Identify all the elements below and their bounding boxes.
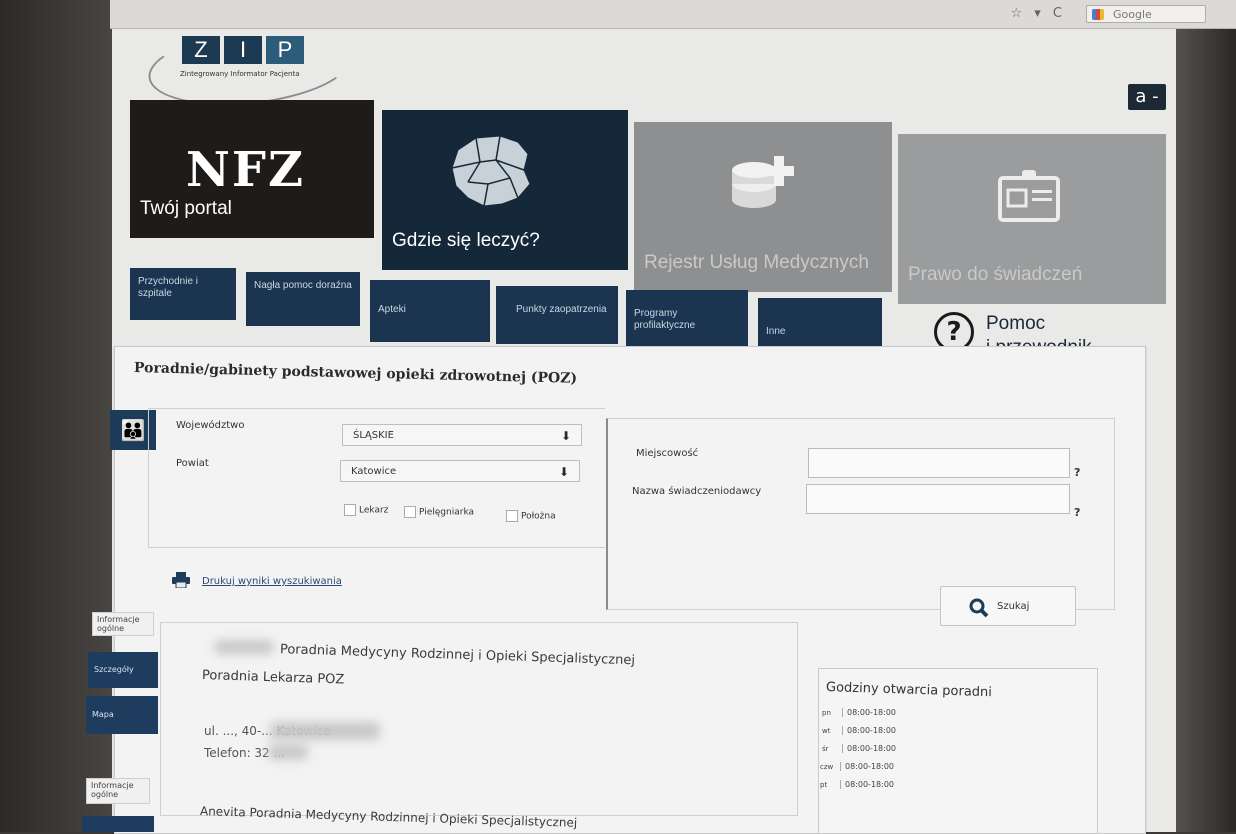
tile-prawo-label: Prawo do świadczeń [908, 264, 1083, 285]
id-card-icon [998, 170, 1060, 222]
checkbox-box[interactable] [404, 506, 416, 518]
hours-row: pn 08:00-18:00 [822, 708, 896, 717]
miejscowosc-input[interactable] [808, 448, 1070, 478]
tile-prawo-do-swiadczen[interactable]: Prawo do świadczeń [898, 134, 1166, 304]
chevron-down-icon: ⬇ [560, 429, 571, 443]
checkbox-lekarz[interactable]: Lekarz [344, 504, 388, 516]
nazwa-swiadczeniodawcy-input[interactable] [806, 484, 1070, 514]
checkbox-polozna[interactable]: Położna [506, 510, 556, 522]
powiat-value: Katowice [351, 466, 397, 477]
subnav-przychodnie[interactable]: Przychodnie i szpitale [130, 268, 236, 320]
wojewodztwo-label: Województwo [176, 420, 245, 431]
hours-row: wt 08:00-18:00 [822, 726, 896, 735]
checkbox-pielegniarka[interactable]: Pielęgniarka [404, 506, 474, 518]
zip-logo[interactable]: Z I P [182, 36, 310, 70]
hours-row: śr 08:00-18:00 [822, 744, 896, 753]
miejscowosc-label: Miejscowość [636, 448, 699, 459]
tile-gdzie-label: Gdzie się leczyć? [392, 230, 540, 251]
hours-row: pt 08:00-18:00 [820, 780, 894, 789]
checkbox-lekarz-label: Lekarz [359, 505, 389, 516]
tile-rejestr-label: Rejestr Usług Medycznych [644, 252, 869, 273]
redacted-address [270, 722, 380, 740]
print-results-link[interactable]: Drukuj wyniki wyszukiwania [202, 576, 342, 587]
browser-bookmark-icons[interactable]: ☆ ▾ C [1010, 6, 1066, 21]
search-icon [969, 598, 989, 618]
nazwa-help-mark[interactable]: ? [1074, 506, 1080, 519]
tab-mapa[interactable]: Mapa [86, 696, 158, 734]
logo-subtitle: Zintegrowany Informator Pacjenta [180, 70, 300, 78]
subnav-apteki[interactable]: Apteki [370, 280, 490, 342]
redacted-phone [268, 744, 308, 760]
form-right-section [606, 418, 1115, 610]
search-button[interactable]: Szukaj [940, 586, 1076, 626]
hours-day: czw [820, 763, 834, 771]
hours-day: pt [820, 781, 828, 789]
hours-time: 08:00-18:00 [842, 744, 896, 753]
checkbox-box[interactable] [506, 510, 518, 522]
miejscowosc-help-mark[interactable]: ? [1074, 466, 1080, 479]
checkbox-polozna-label: Położna [521, 511, 556, 522]
help-line1: Pomoc [986, 313, 1046, 334]
hours-day: wt [822, 727, 831, 735]
subnav-programy-profilaktyczne[interactable]: Programy profilaktyczne [626, 290, 748, 350]
coins-plus-icon [732, 156, 794, 208]
tile-nfz-portal[interactable]: NFZ Twój portal [130, 100, 374, 238]
hours-time: 08:00-18:00 [840, 780, 894, 789]
browser-search-box[interactable]: Google [1086, 5, 1206, 23]
browser-toolbar: ☆ ▾ C Google [110, 0, 1236, 29]
subnav-nagla-pomoc[interactable]: Nagła pomoc doraźna [246, 272, 360, 326]
poland-map-icon [451, 135, 531, 207]
checkbox-pielegniarka-label: Pielęgniarka [419, 507, 475, 518]
checkbox-box[interactable] [344, 504, 356, 516]
tile-nfz-label: Twój portal [140, 198, 232, 219]
search-button-label: Szukaj [997, 601, 1030, 612]
logo-letter-p: P [266, 36, 304, 64]
subnav-punkty-zaopatrzenia[interactable]: Punkty zaopatrzenia [496, 286, 618, 344]
monitor-bezel-right [1176, 0, 1236, 832]
hours-day: pn [822, 709, 831, 717]
wojewodztwo-select[interactable]: ŚLĄSKIE ⬇ [342, 424, 582, 446]
hours-day: śr [822, 745, 829, 753]
tab-szczegoly[interactable]: Szczegóły [88, 652, 158, 688]
printer-icon[interactable] [172, 572, 190, 588]
nfz-logo: NFZ [186, 142, 305, 198]
hours-row: czw 08:00-18:00 [820, 762, 894, 771]
powiat-label: Powiat [176, 458, 209, 469]
wojewodztwo-value: ŚLĄSKIE [353, 430, 394, 441]
powiat-select[interactable]: Katowice ⬇ [340, 460, 580, 482]
tab-szczegoly-2[interactable] [82, 816, 154, 832]
chevron-down-icon: ⬇ [558, 465, 569, 479]
nazwa-swiadczeniodawcy-label: Nazwa świadczeniodawcy [632, 486, 762, 497]
tab-informacje-ogolne-2[interactable]: Informacje ogólne [86, 778, 150, 804]
logo-letter-i: I [224, 36, 262, 64]
tile-gdzie-sie-leczyc[interactable]: Gdzie się leczyć? [382, 110, 628, 270]
hours-time: 08:00-18:00 [840, 762, 894, 771]
hours-time: 08:00-18:00 [842, 708, 896, 717]
accessibility-button[interactable]: a - [1128, 84, 1166, 110]
logo-letter-z: Z [182, 36, 220, 64]
tab-informacje-ogolne[interactable]: Informacje ogólne [92, 612, 154, 636]
tile-rejestr-uslug[interactable]: Rejestr Usług Medycznych [634, 122, 892, 292]
hours-time: 08:00-18:00 [842, 726, 896, 735]
